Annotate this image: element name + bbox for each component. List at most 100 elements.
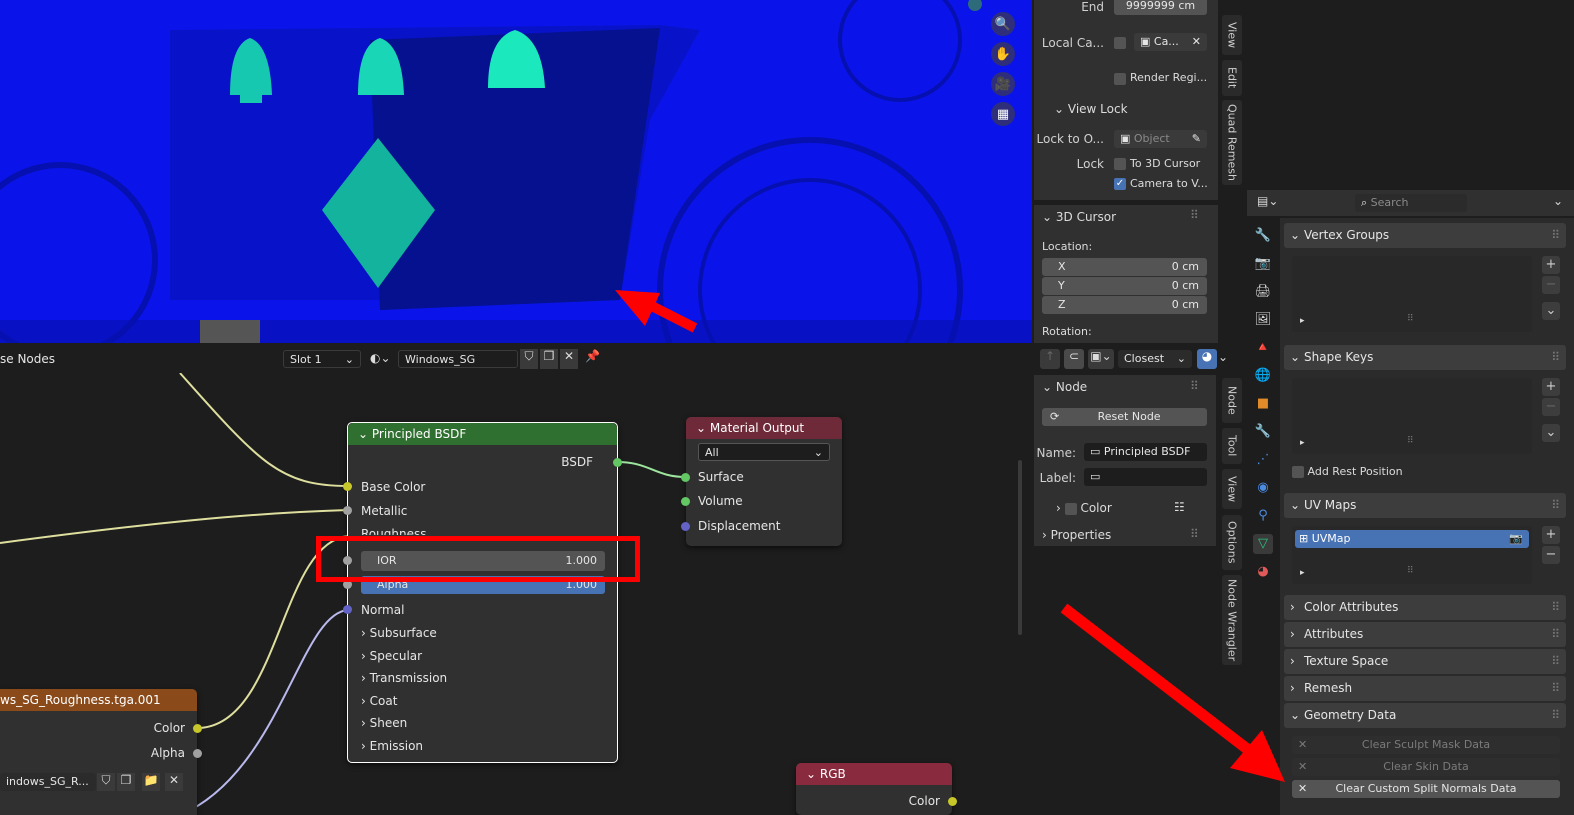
- add-rest-position-checkbox[interactable]: [1292, 466, 1304, 478]
- tab-view-node[interactable]: View: [1222, 469, 1242, 509]
- triangle-right-icon[interactable]: ▸: [1300, 568, 1305, 578]
- particles-icon[interactable]: ⋰: [1253, 450, 1273, 470]
- remesh-header[interactable]: › Remesh ⠿: [1284, 676, 1566, 701]
- object-icon[interactable]: ■: [1253, 394, 1273, 414]
- to-3d-cursor-checkbox[interactable]: [1114, 158, 1126, 170]
- overlay-dropdown-icon[interactable]: ⌄: [1218, 350, 1228, 364]
- tab-options[interactable]: Options: [1222, 515, 1242, 570]
- unlink-x-icon[interactable]: ✕: [165, 773, 183, 791]
- snap-mode-dropdown[interactable]: Closest ⌄: [1118, 350, 1192, 368]
- drag-handle-icon[interactable]: ⠿: [1190, 527, 1199, 541]
- clear-x-icon[interactable]: ✕: [1192, 33, 1201, 51]
- bsdf-output-socket[interactable]: [613, 458, 622, 467]
- camera-view-icon[interactable]: 🎥: [991, 72, 1015, 96]
- principled-bsdf-header[interactable]: ⌄ Principled BSDF: [348, 423, 617, 445]
- tab-tool[interactable]: Tool: [1222, 428, 1242, 464]
- node-panel-header[interactable]: ⌄ Node: [1042, 380, 1087, 394]
- color-checkbox[interactable]: [1064, 502, 1077, 515]
- material-output-node[interactable]: ⌄ Material Output All ⌄ Surface Volume Di…: [681, 417, 842, 546]
- lock-object-field[interactable]: ▣ Object ✎: [1114, 130, 1207, 148]
- principled-bsdf-node[interactable]: ⌄ Principled BSDF BSDF Base Color Metall…: [343, 422, 622, 763]
- cursor-y-field[interactable]: Y0 cm: [1042, 277, 1207, 295]
- cursor-x-field[interactable]: X0 cm: [1042, 258, 1207, 276]
- add-shape-key-button[interactable]: +: [1542, 378, 1560, 396]
- uv-maps-list[interactable]: ⊞ UVMap 📷 ▸ ⠿: [1292, 526, 1532, 584]
- rgb-header[interactable]: ⌄ RGB: [796, 763, 952, 785]
- render-icon[interactable]: 📷: [1253, 254, 1273, 274]
- image-texture-header[interactable]: ws_SG_Roughness.tga.001: [0, 689, 197, 711]
- cursor-z-field[interactable]: Z0 cm: [1042, 296, 1207, 314]
- scene-icon[interactable]: 🔺: [1253, 338, 1273, 358]
- camera-render-icon[interactable]: 📷: [1509, 530, 1523, 548]
- surface-socket[interactable]: [681, 473, 690, 482]
- tab-quad-remesh[interactable]: Quad Remesh: [1222, 100, 1242, 185]
- tool-icon[interactable]: 🔧: [1253, 226, 1273, 246]
- folder-icon[interactable]: 📁: [142, 773, 160, 791]
- material-name-field[interactable]: Windows_SG: [398, 350, 518, 368]
- subsurface-panel[interactable]: › Subsurface: [361, 626, 437, 640]
- reset-node-button[interactable]: ⟳ Reset Node: [1042, 408, 1207, 426]
- texture-alpha-socket[interactable]: [193, 749, 202, 758]
- uv-maps-header[interactable]: ⌄ UV Maps ⠿: [1284, 493, 1566, 518]
- material-output-header[interactable]: ⌄ Material Output: [686, 417, 842, 439]
- metallic-socket[interactable]: [343, 506, 352, 515]
- drag-handle-icon[interactable]: ⠿: [1190, 208, 1199, 222]
- material-icon[interactable]: ◕: [1253, 562, 1273, 582]
- texture-space-header[interactable]: › Texture Space ⠿: [1284, 649, 1566, 674]
- fake-user-shield-icon[interactable]: ⛉: [520, 349, 538, 369]
- list-icon[interactable]: ☷: [1174, 500, 1185, 514]
- image-name-field[interactable]: indows_SG_R...: [0, 773, 96, 791]
- end-field[interactable]: 9999999 cm: [1114, 0, 1207, 15]
- local-camera-field[interactable]: ▣ Ca... ✕: [1134, 33, 1207, 51]
- vertex-groups-list[interactable]: ▸ ⠿: [1292, 256, 1532, 332]
- vertex-groups-header[interactable]: ⌄ Vertex Groups ⠿: [1284, 223, 1566, 248]
- sheen-panel[interactable]: › Sheen: [361, 716, 407, 730]
- triangle-right-icon[interactable]: ▸: [1300, 438, 1305, 448]
- image-texture-node[interactable]: ws_SG_Roughness.tga.001 Color Alpha indo…: [0, 689, 202, 815]
- constraints-icon[interactable]: ⚲: [1253, 506, 1273, 526]
- shape-keys-header[interactable]: ⌄ Shape Keys ⠿: [1284, 345, 1566, 370]
- texture-color-socket[interactable]: [193, 724, 202, 733]
- displacement-socket[interactable]: [681, 522, 690, 531]
- pin-icon[interactable]: 📌: [585, 349, 600, 363]
- 3d-viewport[interactable]: 🔍 ✋ 🎥 ▦: [0, 0, 1032, 343]
- remove-shape-key-button[interactable]: −: [1542, 398, 1560, 416]
- coat-panel[interactable]: › Coat: [361, 694, 397, 708]
- overlay-icon[interactable]: ◕: [1197, 349, 1217, 369]
- node-editor-scrollbar[interactable]: [1018, 460, 1022, 635]
- zoom-icon[interactable]: 🔍: [991, 12, 1015, 36]
- properties-search-input[interactable]: ⌕ Search: [1355, 194, 1467, 212]
- output-icon[interactable]: 🖨: [1253, 282, 1273, 302]
- render-region-checkbox[interactable]: [1114, 73, 1126, 85]
- clear-custom-split-normals-button[interactable]: ✕ Clear Custom Split Normals Data: [1292, 780, 1560, 798]
- snap-magnet-icon[interactable]: ⊂: [1064, 349, 1084, 369]
- duplicate-icon[interactable]: ❐: [540, 349, 558, 369]
- slot-dropdown[interactable]: Slot 1 ⌄: [283, 350, 361, 368]
- uv-map-item[interactable]: ⊞ UVMap 📷: [1295, 530, 1529, 548]
- tab-node[interactable]: Node: [1222, 378, 1242, 423]
- resize-handle-icon[interactable]: ⠿: [1407, 436, 1414, 446]
- specular-panel[interactable]: › Specular: [361, 649, 422, 663]
- geometry-data-header[interactable]: ⌄ Geometry Data ⠿: [1284, 703, 1566, 728]
- shape-key-menu-button[interactable]: ⌄: [1542, 424, 1560, 442]
- 3d-cursor-header[interactable]: ⌄ 3D Cursor: [1042, 210, 1116, 224]
- world-icon[interactable]: 🌐: [1253, 366, 1273, 386]
- resize-handle-icon[interactable]: ⠿: [1407, 566, 1414, 576]
- view-layer-icon[interactable]: 🖼: [1253, 310, 1273, 330]
- vertex-group-menu-button[interactable]: ⌄: [1542, 302, 1560, 320]
- add-vertex-group-button[interactable]: +: [1542, 256, 1560, 274]
- modifier-icon[interactable]: 🔧: [1253, 422, 1273, 442]
- remove-vertex-group-button[interactable]: −: [1542, 276, 1560, 294]
- camera-to-view-checkbox[interactable]: ✓: [1114, 178, 1126, 190]
- editor-type-icon[interactable]: ▤⌄: [1257, 194, 1278, 208]
- shape-keys-list[interactable]: ▸ ⠿: [1292, 378, 1532, 454]
- hand-pan-icon[interactable]: ✋: [991, 42, 1015, 66]
- volume-socket[interactable]: [681, 497, 690, 506]
- normal-socket[interactable]: [343, 605, 352, 614]
- parent-arrow-icon[interactable]: ↑: [1040, 349, 1060, 369]
- unlink-x-icon[interactable]: ✕: [560, 349, 578, 369]
- drag-handle-icon[interactable]: ⠿: [1190, 379, 1199, 393]
- duplicate-icon[interactable]: ❐: [117, 773, 135, 791]
- view-lock-header[interactable]: ⌄ View Lock: [1054, 102, 1128, 116]
- eyedropper-icon[interactable]: ✎: [1192, 130, 1201, 148]
